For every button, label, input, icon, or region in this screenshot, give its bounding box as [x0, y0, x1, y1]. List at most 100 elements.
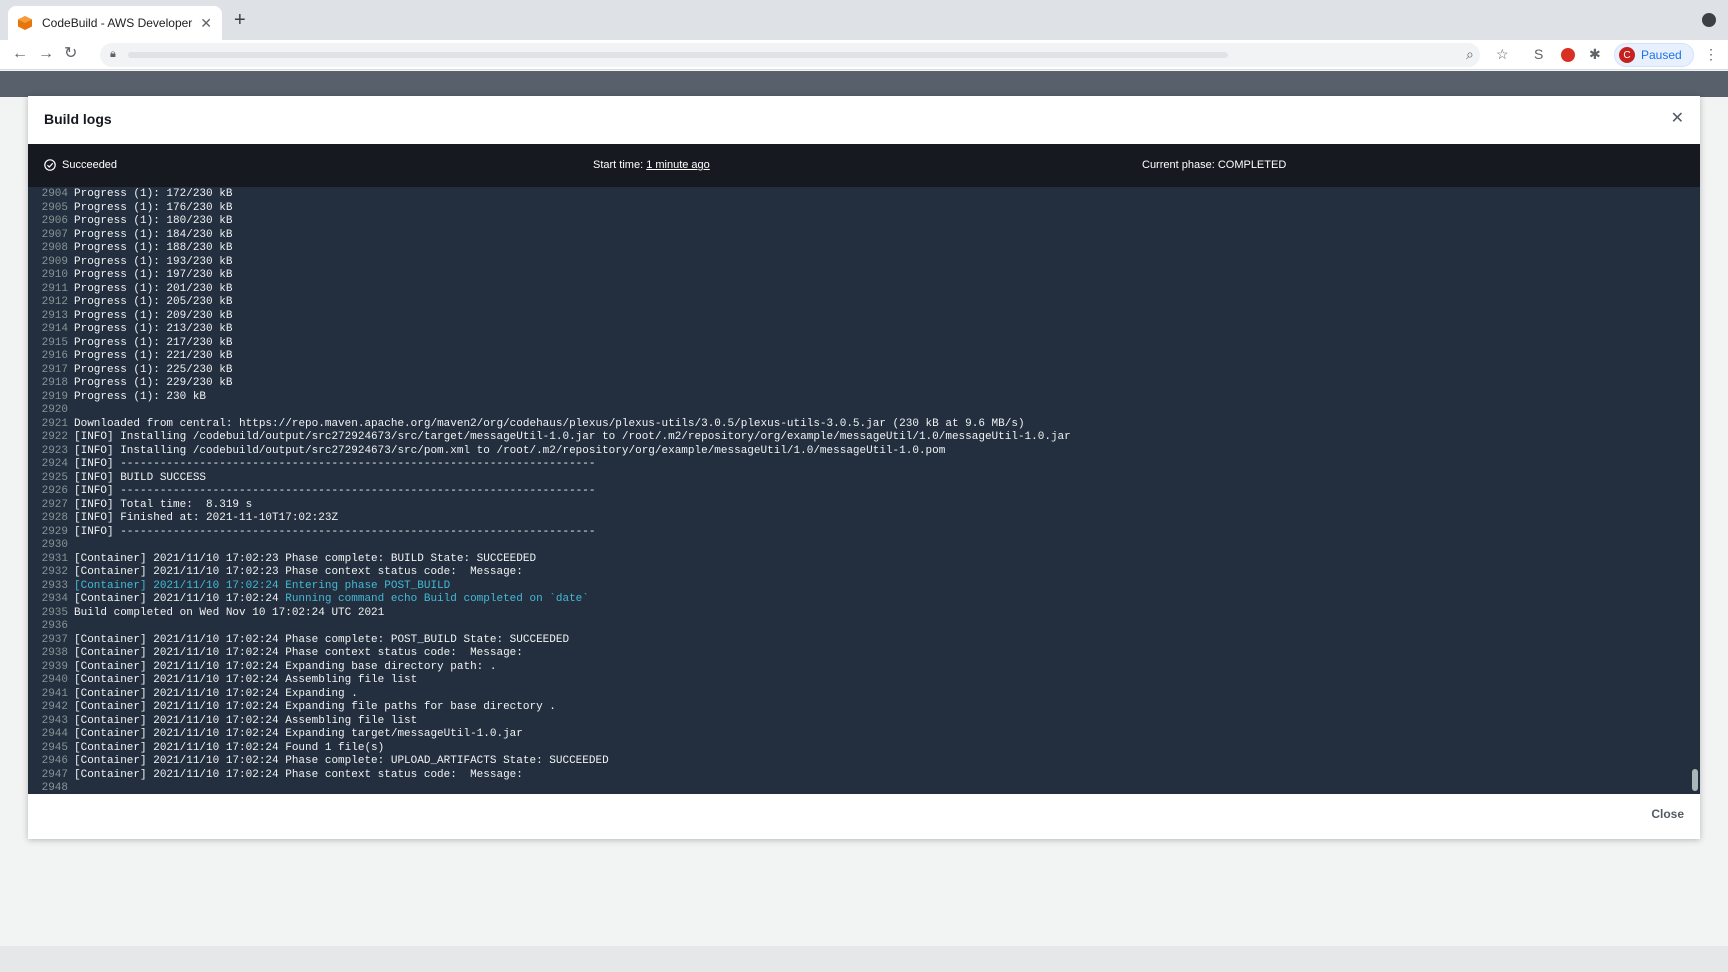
log-line: 2908 Progress (1): 188/230 kB	[28, 242, 1071, 256]
back-arrow-icon[interactable]: ←	[12, 44, 28, 64]
modal-header: Build logs ✕	[28, 96, 1700, 144]
modal-footer: Close	[28, 794, 1700, 839]
log-line: 2906 Progress (1): 180/230 kB	[28, 215, 1071, 229]
log-line: 2934 [Container] 2021/11/10 17:02:24 Runn…	[28, 593, 1071, 607]
browser-menu-icon[interactable]: ⋮	[1704, 46, 1718, 63]
tab-search-icon[interactable]	[1702, 13, 1716, 27]
log-line-text: Progress (1): 180/230 kB	[74, 215, 233, 227]
lock-icon: 🔒︎	[110, 48, 116, 60]
close-button[interactable]: Close	[1651, 807, 1684, 821]
log-line-text: Progress (1): 193/230 kB	[74, 255, 233, 268]
log-line-number: 2941	[41, 687, 68, 700]
log-line-number: 2911	[41, 282, 68, 295]
log-line: 2941 [Container] 2021/11/10 17:02:24 Expa…	[28, 688, 1071, 702]
log-line: 2931 [Container] 2021/11/10 17:02:23 Phas…	[28, 553, 1071, 567]
log-line-text: Downloaded from central:	[74, 417, 240, 430]
log-line: 2905 Progress (1): 176/230 kB	[28, 202, 1071, 216]
log-line-text: [Container] 2021/11/10 17:02:24 Expandin…	[74, 687, 358, 700]
new-tab-button[interactable]: +	[234, 10, 246, 30]
log-line-text: [Container] 2021/11/10 17:02:23 Phase co…	[74, 566, 523, 578]
log-line: 2912 Progress (1): 205/230 kB	[28, 296, 1071, 310]
log-line-number: 2922	[41, 431, 68, 443]
log-line: 2917 Progress (1): 225/230 kB	[28, 364, 1071, 378]
log-line: 2945 [Container] 2021/11/10 17:02:24 Foun…	[28, 742, 1071, 756]
log-line-number: 2937	[41, 633, 68, 646]
profile-status-label: Paused	[1641, 48, 1682, 62]
zoom-icon[interactable]: ⌕	[1466, 46, 1474, 63]
log-line-number: 2942	[41, 701, 68, 713]
log-line: 2922 [INFO] Installing /codebuild/output/…	[28, 431, 1071, 445]
browser-tab-bar: CodeBuild - AWS Developer To ✕ +	[0, 0, 1728, 40]
start-time-label: Start time:	[593, 159, 647, 171]
close-icon[interactable]: ✕	[1671, 108, 1684, 128]
log-line-command: Running command echo Build completed on …	[285, 593, 589, 605]
log-line-number: 2938	[41, 647, 68, 659]
log-line-number: 2935	[41, 606, 68, 619]
log-line-text-suffix: (230 kB at 9.6 MB/s)	[885, 417, 1025, 430]
address-bar[interactable]: 🔒︎	[100, 43, 1480, 67]
log-line-text: [Container] 2021/11/10 17:02:24 Phase co…	[74, 768, 523, 781]
browser-tab-codebuild[interactable]: CodeBuild - AWS Developer To ✕	[8, 6, 222, 40]
extensions-puzzle-icon[interactable]: ✱	[1589, 46, 1601, 63]
log-line-number: 2928	[41, 512, 68, 524]
aws-console-navbar-blurred	[0, 71, 1728, 97]
tab-close-icon[interactable]: ✕	[200, 15, 212, 32]
start-time-link[interactable]: 1 minute ago	[646, 159, 710, 171]
log-viewer[interactable]: 2904 Progress (1): 172/230 kB 2905 Progress…	[28, 187, 1700, 794]
log-line-text: Progress (1): 184/230 kB	[74, 228, 233, 241]
log-link[interactable]: https://repo.maven.apache.org/maven2/org…	[239, 418, 886, 432]
log-line-number: 2944	[41, 728, 68, 740]
log-line-number: 2924	[41, 458, 68, 470]
aws-codebuild-favicon-icon	[18, 16, 32, 30]
build-status: Succeeded	[44, 159, 117, 171]
log-line: 2925 [INFO] BUILD SUCCESS	[28, 472, 1071, 486]
log-line-number: 2914	[41, 323, 68, 335]
log-line-number: 2947	[41, 768, 68, 781]
log-line: 2927 [INFO] Total time: 8.319 s	[28, 499, 1071, 513]
log-line-text: Progress (1): 188/230 kB	[74, 242, 233, 254]
profile-button[interactable]: C Paused	[1614, 43, 1694, 67]
log-line-number: 2940	[41, 674, 68, 686]
log-line-number: 2919	[41, 390, 68, 403]
log-line: 2939 [Container] 2021/11/10 17:02:24 Expa…	[28, 661, 1071, 675]
log-line-text: Progress (1): 230 kB	[74, 390, 207, 403]
log-line-number: 2943	[41, 714, 68, 727]
aws-console-footer-blurred	[0, 946, 1728, 972]
log-line-text: [Container] 2021/11/10 17:02:24 Assembli…	[74, 714, 418, 727]
log-line-number: 2908	[41, 242, 68, 254]
log-line-number: 2918	[41, 377, 68, 389]
log-line-number: 2907	[41, 228, 68, 241]
log-line-number: 2921	[41, 417, 68, 430]
log-line: 2935 Build completed on Wed Nov 10 17:02:…	[28, 607, 1071, 621]
log-line: 2929 [INFO] -----------------------------…	[28, 526, 1071, 540]
log-line: 2942 [Container] 2021/11/10 17:02:24 Expa…	[28, 701, 1071, 715]
adblock-extension-icon[interactable]	[1561, 48, 1575, 62]
log-line-text: [Container] 2021/11/10 17:02:23 Phase co…	[74, 552, 537, 565]
log-line: 2948	[28, 782, 1071, 794]
log-line: 2930	[28, 539, 1071, 553]
build-logs-modal: Build logs ✕ Succeeded Start time: 1 min…	[28, 96, 1700, 839]
log-line-number: 2917	[41, 363, 68, 376]
log-line-number: 2934	[41, 593, 68, 605]
log-line: 2938 [Container] 2021/11/10 17:02:24 Phas…	[28, 647, 1071, 661]
log-line-text: Progress (1): 197/230 kB	[74, 269, 233, 281]
log-line: 2904 Progress (1): 172/230 kB	[28, 188, 1071, 202]
bookmark-star-icon[interactable]: ☆	[1496, 46, 1509, 63]
log-line: 2947 [Container] 2021/11/10 17:02:24 Phas…	[28, 769, 1071, 783]
log-line-number: 2904	[41, 188, 68, 200]
log-line: 2913 Progress (1): 209/230 kB	[28, 310, 1071, 324]
log-line: 2924 [INFO] -----------------------------…	[28, 458, 1071, 472]
extension-s-icon[interactable]: S	[1534, 46, 1543, 62]
log-line-text: Progress (1): 217/230 kB	[74, 336, 233, 349]
log-line-number: 2909	[41, 255, 68, 268]
forward-arrow-icon[interactable]: →	[38, 44, 54, 64]
log-line-number: 2925	[41, 471, 68, 484]
log-line: 2907 Progress (1): 184/230 kB	[28, 229, 1071, 243]
log-line-number: 2915	[41, 336, 68, 349]
reload-icon[interactable]: ↻	[64, 44, 77, 64]
log-line-number: 2945	[41, 741, 68, 754]
log-line-number: 2930	[41, 539, 68, 551]
log-scrollbar[interactable]	[1692, 769, 1698, 791]
log-line: 2928 [INFO] Finished at: 2021-11-10T17:02…	[28, 512, 1071, 526]
log-line: 2916 Progress (1): 221/230 kB	[28, 350, 1071, 364]
